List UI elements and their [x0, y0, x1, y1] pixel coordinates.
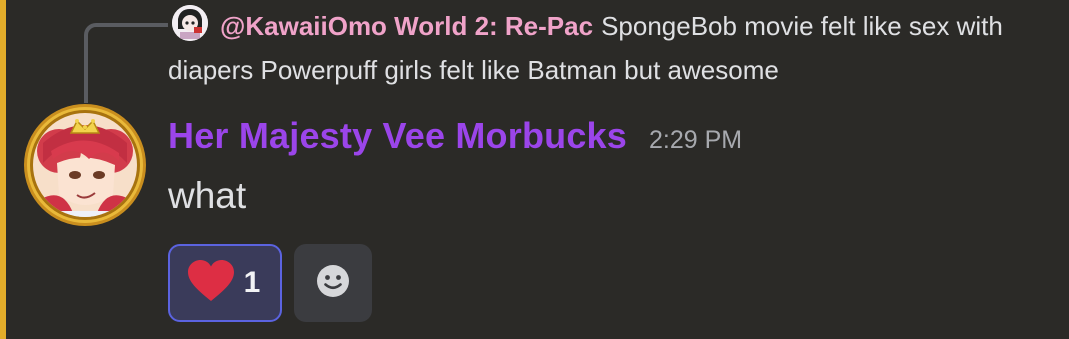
message-content: what — [168, 175, 247, 216]
reply-author-name[interactable]: @KawaiiOmo World 2: Re-Pac — [220, 11, 593, 41]
reply-connector — [84, 23, 168, 103]
author-avatar[interactable] — [23, 103, 147, 227]
message-header: Her Majesty Vee Morbucks 2:29 PM — [168, 115, 742, 167]
message-timestamp[interactable]: 2:29 PM — [649, 126, 742, 155]
heart-icon — [186, 259, 236, 308]
reactions-bar: 1 — [168, 244, 372, 322]
highlight-accent-bar — [0, 0, 6, 339]
reaction-count: 1 — [243, 266, 261, 299]
reply-preview[interactable]: @KawaiiOmo World 2: Re-Pac SpongeBob movi… — [168, 4, 1048, 92]
add-reaction-button[interactable] — [294, 244, 372, 322]
author-username[interactable]: Her Majesty Vee Morbucks — [168, 115, 627, 157]
smiley-icon — [315, 263, 351, 304]
reaction-heart[interactable]: 1 — [168, 244, 282, 322]
chat-message-view: @KawaiiOmo World 2: Re-Pac SpongeBob movi… — [0, 0, 1069, 339]
